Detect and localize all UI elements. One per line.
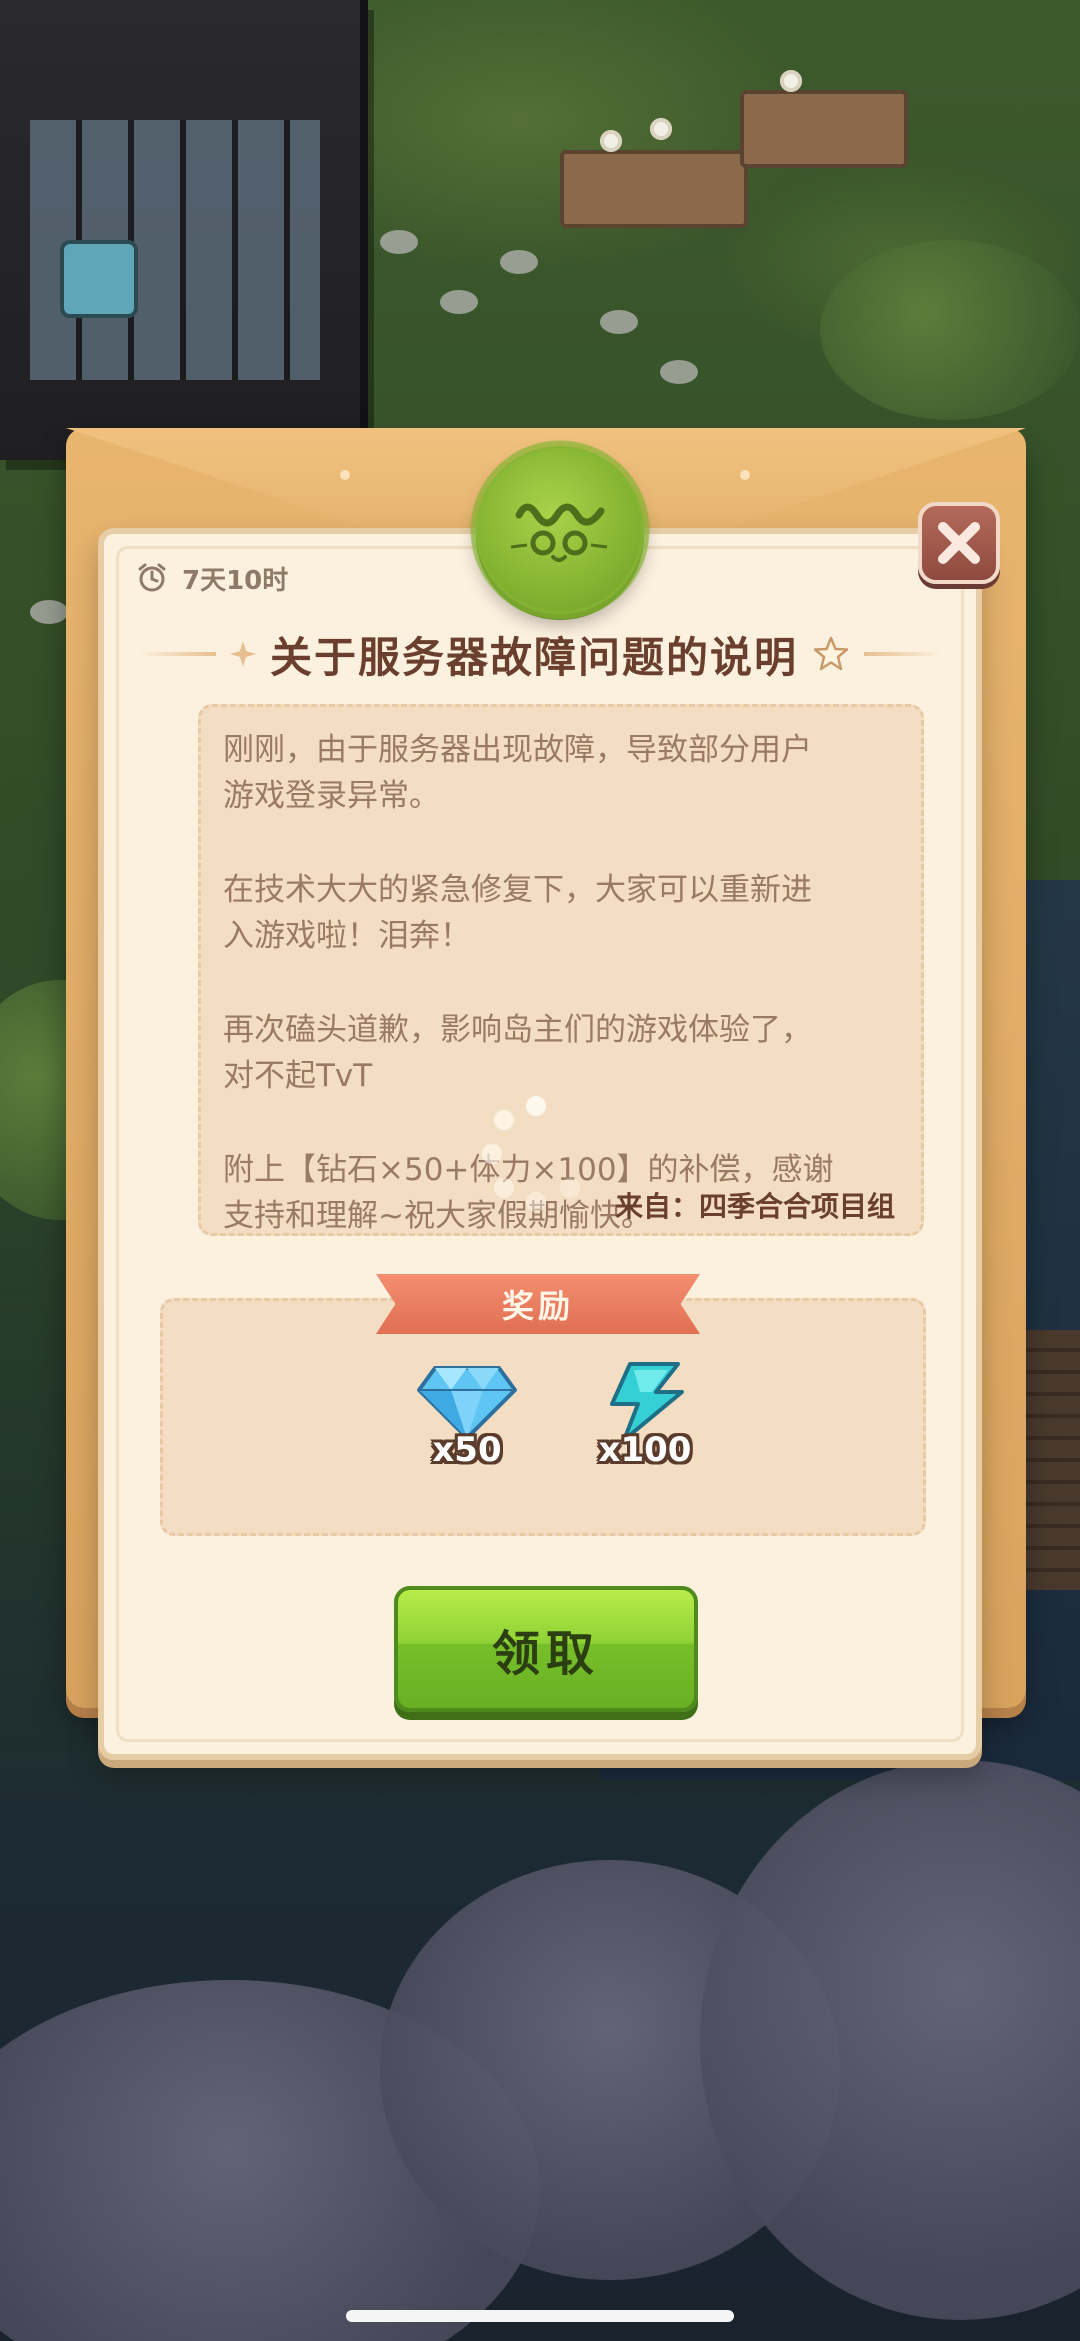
timer-text: 7天10时 [182,565,289,596]
reward-item-energy[interactable]: x100 [590,1362,700,1492]
home-indicator[interactable] [346,2310,734,2322]
reward-item-diamond[interactable]: x50 [412,1362,522,1492]
flower [780,70,802,92]
path-stone [600,310,638,334]
message-paragraph: 刚刚，由于服务器出现故障，导致部分用户 游戏登录异常。 [223,732,812,814]
wax-seal-icon [462,432,658,628]
reward-count: x50 [432,1430,502,1470]
message-paragraph: 在技术大大的紧急修复下，大家可以重新进 入游戏啦！泪奔！ [223,872,812,954]
path-stone [500,250,538,274]
flap-decoration [740,470,750,480]
message-sender: 来自：四季合合项目组 [614,1190,895,1223]
loading-spinner-icon [480,1096,590,1226]
path-stone [660,360,698,384]
flap-decoration [340,470,350,480]
bookshop-building [0,0,368,460]
close-icon [938,522,980,564]
alarm-clock-icon [138,563,166,592]
flower [650,118,672,140]
sparkle-icon [229,641,256,667]
close-button[interactable] [918,502,1000,584]
expiry-timer: 7天10时 [136,560,288,596]
notice-title: 关于服务器故障问题的说明 [269,632,798,682]
path-stone [380,230,418,254]
flower-planter [740,90,908,168]
flower-planter [560,150,748,228]
cat-face-icon [510,503,608,562]
path-stone [440,290,478,314]
reward-count: x100 [598,1430,692,1470]
title-divider-left [137,652,216,656]
path-stone [30,600,68,624]
notice-title-row: 关于服务器故障问题的说明 [120,624,960,684]
cat-sign-icon [60,240,138,318]
claim-button[interactable]: 领取 [394,1586,698,1712]
rewards-ribbon-label: 奖励 [376,1274,700,1334]
flower [600,130,622,152]
title-divider-right [864,652,942,656]
star-icon [813,636,849,671]
message-paragraph: 再次磕头道歉，影响岛主们的游戏体验了， 对不起TvT [223,1012,812,1094]
bush [820,240,1080,420]
